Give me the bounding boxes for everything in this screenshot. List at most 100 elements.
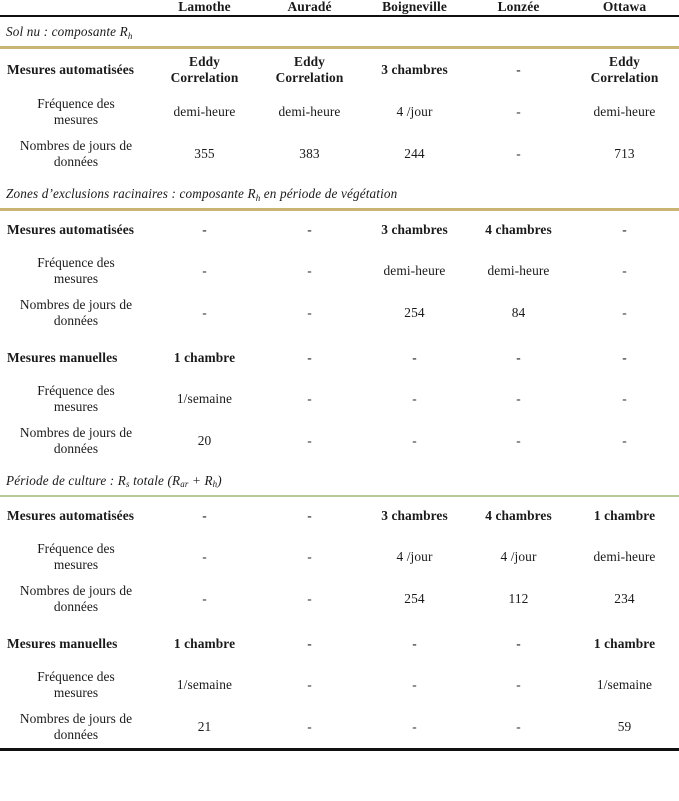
cell-ottawa: demi-heure (593, 548, 656, 564)
column-header-label (0, 0, 152, 15)
row-label-line2: données (53, 154, 99, 169)
cell-aurade: - (307, 390, 312, 406)
cell-lonzee: 112 (508, 590, 529, 606)
cell-boigneville: 254 (404, 590, 425, 606)
cell-ottawa: 713 (614, 146, 635, 161)
row-label-line1: Nombres de jours de (19, 582, 133, 598)
cell-ottawa: - (622, 222, 627, 238)
cell-lonzee: - (516, 390, 521, 406)
column-header-aurade: Auradé (287, 0, 332, 14)
cell-boigneville: 254 (404, 304, 425, 320)
cell-lonzee: - (516, 104, 521, 119)
row-label-nombres: Nombres de jours de données (0, 420, 152, 462)
cell-ottawa: 234 (614, 590, 635, 606)
table-bottom-rule (0, 746, 679, 751)
section-title-row-periode-culture: Période de culture : Rs totale (Rar + Rh… (0, 466, 679, 495)
row-label-line1: Fréquence des (37, 96, 115, 111)
cell-lamothe: 1/semaine (176, 676, 233, 692)
table-body: Sol nu : composante Rh Mesures automatisé… (0, 16, 679, 748)
table-row: Mesures automatisées - - 3 chambres 4 chambr… (0, 210, 679, 250)
cell-lamothe: 1 chambre (173, 349, 236, 365)
cell-lamothe: 21 (197, 718, 212, 734)
cell-ottawa: 1/semaine (596, 676, 653, 692)
cell-aurade: Eddy Correlation (257, 48, 362, 92)
table-row: Fréquence des mesures demi-heure demi-heure… (0, 91, 679, 133)
row-label-frequence: Fréquence des mesures (0, 664, 152, 706)
cell-ottawa: - (622, 349, 627, 365)
section-title-text: Zones d’exclusions racinaires : composan… (6, 186, 398, 203)
cell-boigneville: 3 chambres (381, 222, 448, 238)
cell-ottawa: 59 (617, 718, 632, 734)
cell-aurade: - (307, 262, 312, 278)
cell-aurade: - (307, 676, 312, 692)
cell-lamothe: demi-heure (173, 104, 236, 119)
cell-lamothe: 20 (197, 432, 212, 448)
cell-lonzee: - (516, 349, 521, 365)
row-label-nombres: Nombres de jours de données (0, 578, 152, 620)
cell-aurade: - (307, 349, 312, 365)
cell-boigneville: - (412, 635, 417, 651)
cell-boigneville: - (412, 432, 417, 448)
cell-ottawa: Eddy Correlation (570, 48, 679, 92)
cell-lamothe: - (202, 222, 207, 238)
cell-boigneville: 4 /jour (396, 104, 433, 119)
cell-lamothe: 1/semaine (176, 390, 233, 406)
row-label-line2: données (53, 726, 99, 742)
row-label-line1: Fréquence des (37, 382, 115, 398)
section-title-periode-culture: Période de culture : Rs totale (Rar + Rh… (0, 466, 679, 495)
cell-ottawa: - (622, 432, 627, 448)
table-row: Fréquence des mesures 1/semaine - - - 1/semain… (0, 664, 679, 706)
row-label-line2: mesures (53, 112, 99, 127)
cell-aurade: - (307, 508, 312, 523)
section-title-sol-nu: Sol nu : composante Rh (0, 16, 679, 46)
row-label-line2: mesures (53, 556, 99, 572)
cell-lonzee: - (516, 62, 521, 77)
cell-lamothe: 355 (194, 146, 215, 161)
cell-line1: Eddy (609, 54, 640, 69)
cell-lonzee: - (516, 432, 521, 448)
cell-line2: Correlation (170, 70, 239, 85)
table-row: Nombres de jours de données - - 254 112 234 (0, 578, 679, 620)
cell-lamothe: - (202, 508, 207, 523)
cell-boigneville: 3 chambres (381, 62, 448, 77)
cell-lamothe: Eddy Correlation (152, 48, 257, 92)
table-row: Mesures automatisées Eddy Correlation Eddy C… (0, 48, 679, 92)
cell-boigneville: 244 (404, 146, 425, 161)
row-label-line1: Nombres de jours de (19, 710, 133, 726)
section-title-text: Sol nu : composante Rh (6, 24, 133, 41)
cell-ottawa: demi-heure (593, 104, 656, 119)
table-row: Fréquence des mesures 1/semaine - - - - (0, 378, 679, 420)
measurement-summary-table: Lamothe Auradé Boigneville Lonzée Ottawa… (0, 0, 679, 751)
table-row: Nombres de jours de données 21 - - - 59 (0, 706, 679, 748)
row-label-line1: Nombres de jours de (19, 296, 133, 312)
table-row: Fréquence des mesures - - demi-heure demi-heu… (0, 250, 679, 292)
cell-boigneville: 3 chambres (381, 508, 448, 523)
cell-aurade: - (307, 718, 312, 734)
cell-aurade: - (307, 590, 312, 606)
column-header-ottawa: Ottawa (602, 0, 647, 14)
cell-line2: Correlation (590, 70, 659, 85)
cell-ottawa: 1 chambre (593, 508, 656, 523)
cell-lamothe: - (202, 262, 207, 278)
cell-aurade: - (307, 548, 312, 564)
cell-lonzee: - (516, 718, 521, 734)
cell-aurade: - (307, 304, 312, 320)
column-header-boigneville: Boigneville (382, 0, 447, 14)
cell-boigneville: - (412, 390, 417, 406)
row-label-nombres: Nombres de jours de données (0, 292, 152, 334)
row-label-frequence: Fréquence des mesures (0, 250, 152, 292)
row-label-mesures_automatisees: Mesures automatisées (7, 222, 135, 238)
table-footer (0, 746, 679, 751)
row-label-line1: Nombres de jours de (19, 138, 133, 153)
cell-boigneville: - (412, 676, 417, 692)
cell-lonzee: demi-heure (487, 262, 550, 278)
section-title-row-sol-nu: Sol nu : composante Rh (0, 16, 679, 46)
cell-boigneville: demi-heure (383, 262, 446, 278)
row-label-nombres: Nombres de jours de données (0, 706, 152, 748)
cell-lamothe: 1 chambre (173, 635, 236, 651)
table-row: Nombres de jours de données 20 - - - - (0, 420, 679, 462)
row-label-mesures_manuelles: Mesures manuelles (7, 635, 118, 651)
cell-boigneville: 4 /jour (396, 548, 433, 564)
table-header: Lamothe Auradé Boigneville Lonzée Ottawa (0, 0, 679, 17)
table-row: Mesures manuelles 1 chambre - - - - (0, 338, 679, 378)
